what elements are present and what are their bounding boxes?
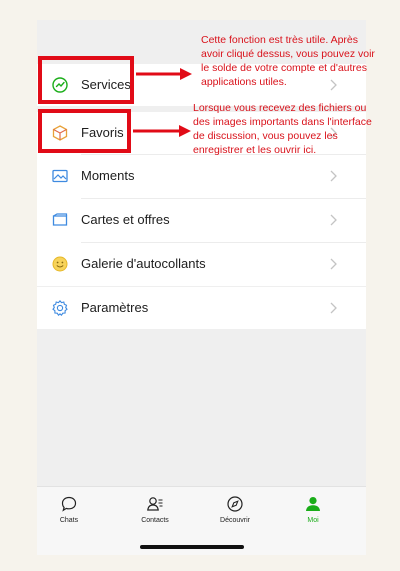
menu-item-cartes[interactable]: Cartes et offres — [37, 199, 366, 241]
favoris-note-line: enregistrer et les ouvrir ici. — [193, 144, 317, 156]
tab-label-decouvrir: Découvrir — [220, 517, 250, 524]
tab-chats[interactable]: Chats — [39, 495, 99, 531]
chevron-right-icon — [330, 214, 337, 226]
chevron-right-icon — [330, 170, 337, 182]
favoris-annotation-text: Lorsque vous recevez des fichiers ou des… — [193, 101, 372, 157]
services-note-line: Cette fonction est très utile. Après — [201, 34, 358, 46]
settings-section: Paramètres — [37, 287, 366, 329]
services-annotation-text: Cette fonction est très utile. Après avo… — [201, 33, 375, 89]
tab-contacts[interactable]: Contacts — [125, 495, 185, 531]
favoris-highlight-box — [38, 109, 131, 153]
home-indicator — [140, 545, 244, 549]
sticker-smiley-icon — [52, 256, 68, 272]
chat-bubble-icon — [61, 496, 77, 512]
favoris-arrow-icon — [133, 125, 191, 137]
tab-label-moi: Moi — [307, 517, 319, 524]
chevron-right-icon — [330, 258, 337, 270]
menu-item-parametres[interactable]: Paramètres — [37, 287, 366, 329]
contacts-icon — [147, 497, 163, 511]
compass-icon — [227, 496, 243, 512]
tab-label-chats: Chats — [59, 517, 79, 524]
tab-decouvrir[interactable]: Découvrir — [205, 495, 265, 531]
services-note-line: applications utiles. — [201, 76, 287, 88]
favoris-note-line: des images importants dans l'interface — [193, 116, 372, 128]
tab-moi[interactable]: Moi — [283, 495, 343, 531]
favoris-note-line: Lorsque vous recevez des fichiers ou — [193, 102, 367, 114]
menu-label-moments: Moments — [81, 168, 135, 183]
menu-item-galerie[interactable]: Galerie d'autocollants — [37, 243, 366, 285]
tab-label-contacts: Contacts — [141, 517, 169, 524]
menu-label-parametres: Paramètres — [81, 300, 149, 315]
moments-icon — [52, 169, 68, 183]
card-wallet-icon — [52, 213, 68, 226]
menu-label-galerie: Galerie d'autocollants — [81, 256, 206, 271]
menu-item-moments[interactable]: Moments — [37, 155, 366, 197]
services-highlight-box — [38, 56, 134, 104]
services-note-line: le solde de votre compte et d'autres — [201, 62, 368, 74]
services-note-line: avoir cliqué dessus, vous pouvez voir — [201, 48, 375, 60]
favoris-note-line: de discussion, vous pouvez les — [193, 130, 338, 142]
services-arrow-icon — [136, 68, 192, 80]
chevron-right-icon — [330, 302, 337, 314]
user-profile-icon — [306, 497, 320, 511]
gear-icon — [52, 299, 68, 317]
menu-label-cartes: Cartes et offres — [81, 212, 170, 227]
